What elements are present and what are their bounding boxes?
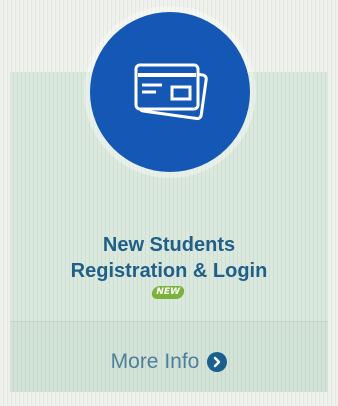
more-info-label: More Info — [110, 350, 200, 373]
card-icon-circle — [90, 12, 250, 172]
page: New Students Registration & Login NEW Mo… — [0, 0, 338, 406]
credit-card-icon — [134, 63, 208, 121]
title-line-2: Registration & Login — [70, 260, 268, 282]
chevron-right-circle-icon — [207, 352, 228, 372]
card-title[interactable]: New Students Registration & Login — [0, 232, 338, 284]
new-badge-label: NEW — [150, 285, 186, 299]
new-badge: NEW — [150, 284, 186, 300]
more-info-link[interactable]: More Info — [0, 350, 338, 374]
title-line-1: New Students — [102, 234, 236, 256]
